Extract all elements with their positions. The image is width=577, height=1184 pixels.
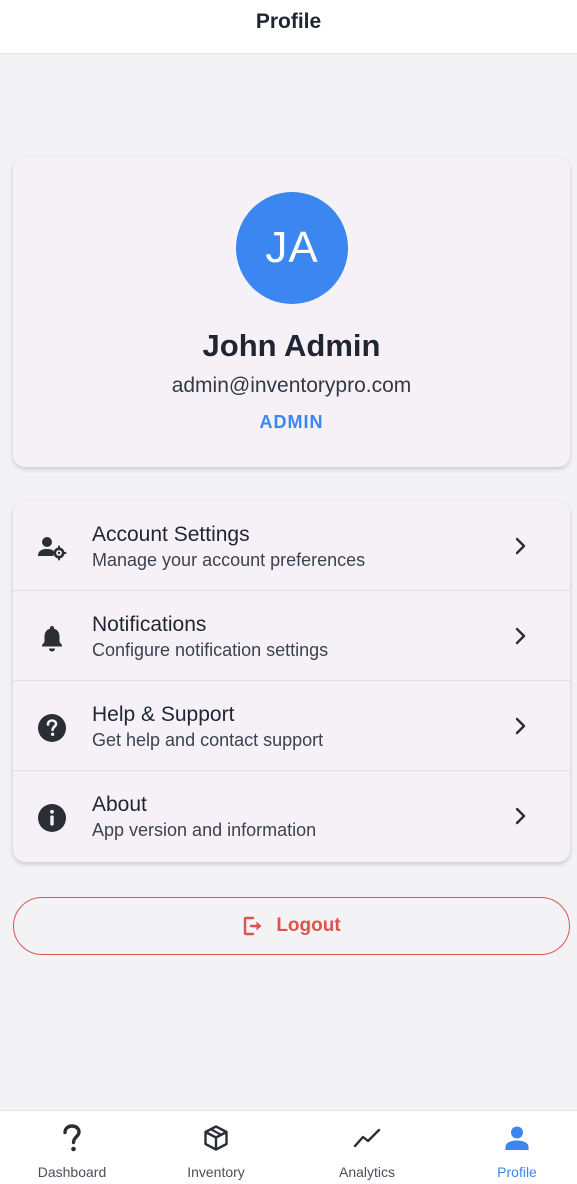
nav-tab-inventory[interactable]: Inventory bbox=[144, 1111, 288, 1184]
chevron-right-icon bbox=[512, 626, 530, 646]
question-icon bbox=[0, 1123, 144, 1153]
avatar: JA bbox=[236, 192, 348, 304]
app-header: Profile bbox=[0, 0, 577, 54]
avatar-initials: JA bbox=[265, 223, 319, 272]
nav-tab-profile[interactable]: Profile bbox=[445, 1111, 577, 1184]
page-title: Profile bbox=[255, 9, 322, 33]
menu-item-about[interactable]: About App version and information bbox=[13, 771, 570, 862]
user-gear-icon bbox=[37, 533, 67, 563]
menu-item-subtitle: Get help and contact support bbox=[92, 730, 324, 750]
menu-item-help-support[interactable]: Help & Support Get help and contact supp… bbox=[13, 681, 570, 771]
info-circle-icon bbox=[37, 803, 67, 833]
trend-line-icon bbox=[295, 1123, 439, 1153]
nav-tab-label: Inventory bbox=[187, 1164, 245, 1180]
help-circle-icon bbox=[37, 713, 67, 743]
settings-menu: Account Settings Manage your account pre… bbox=[13, 501, 570, 862]
logout-label: Logout bbox=[276, 915, 341, 936]
chevron-right-icon bbox=[512, 536, 530, 556]
menu-item-subtitle: Manage your account preferences bbox=[92, 550, 366, 570]
menu-item-title: Help & Support bbox=[92, 703, 235, 726]
user-name: John Admin bbox=[202, 328, 381, 363]
menu-item-subtitle: App version and information bbox=[92, 820, 317, 840]
user-email: admin@inventorypro.com bbox=[171, 374, 412, 397]
bell-icon bbox=[37, 623, 67, 653]
menu-item-subtitle: Configure notification settings bbox=[92, 640, 329, 660]
user-role-badge: ADMIN bbox=[259, 412, 324, 432]
logout-icon bbox=[242, 915, 264, 937]
chevron-right-icon bbox=[512, 806, 530, 826]
profile-screen: Profile JA John Admin admin@inventorypro… bbox=[0, 0, 577, 1184]
nav-tab-label: Analytics bbox=[338, 1164, 396, 1180]
nav-tab-dashboard[interactable]: Dashboard bbox=[0, 1111, 144, 1184]
logout-button[interactable]: Logout bbox=[13, 897, 570, 955]
menu-item-title: Notifications bbox=[92, 613, 207, 636]
person-icon bbox=[445, 1123, 577, 1153]
menu-item-title: About bbox=[92, 793, 147, 816]
profile-card: JA John Admin admin@inventorypro.com ADM… bbox=[13, 157, 570, 467]
chevron-right-icon bbox=[512, 716, 530, 736]
box-icon bbox=[144, 1123, 288, 1153]
nav-tab-analytics[interactable]: Analytics bbox=[295, 1111, 439, 1184]
bottom-navigation: Dashboard Inventory Analytics Profile bbox=[0, 1110, 577, 1184]
menu-item-title: Account Settings bbox=[92, 523, 250, 546]
nav-tab-label: Profile bbox=[497, 1164, 537, 1180]
menu-item-account-settings[interactable]: Account Settings Manage your account pre… bbox=[13, 501, 570, 591]
nav-tab-label: Dashboard bbox=[37, 1164, 107, 1180]
menu-item-notifications[interactable]: Notifications Configure notification set… bbox=[13, 591, 570, 681]
